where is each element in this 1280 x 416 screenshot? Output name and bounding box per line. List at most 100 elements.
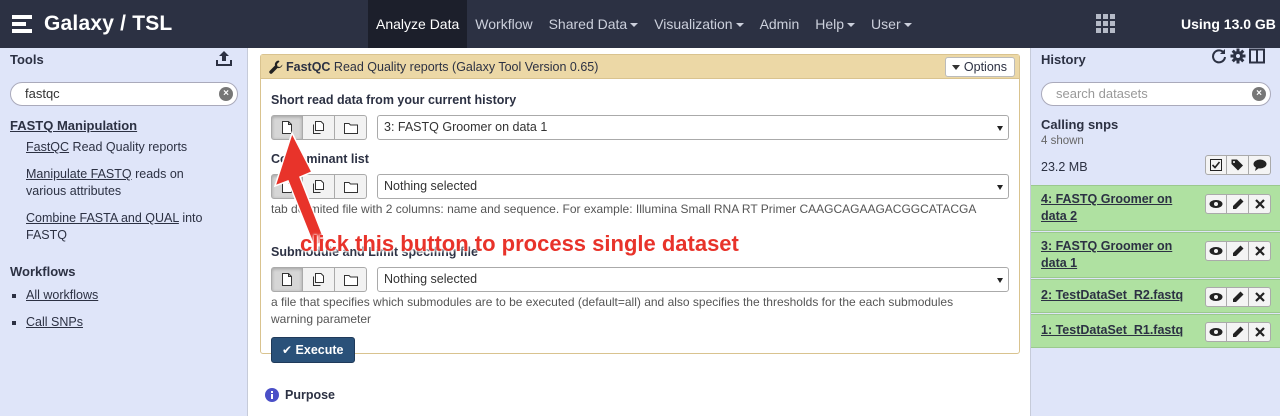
dataset-title[interactable]: 4: FASTQ Groomer on data 2	[1041, 191, 1201, 225]
options-label: Options	[963, 60, 1007, 74]
dataset-item[interactable]: 3: FASTQ Groomer on data 1	[1031, 232, 1280, 278]
nav-workflow[interactable]: Workflow	[467, 0, 540, 48]
select-datasets-button[interactable]	[1205, 155, 1227, 175]
nav-label: Visualization	[654, 16, 733, 32]
info-icon	[265, 388, 279, 402]
tags-button[interactable]	[1227, 155, 1249, 175]
edit-button[interactable]	[1227, 194, 1249, 214]
nav-analyze-data[interactable]: Analyze Data	[368, 0, 468, 48]
main-nav: Analyze Data Workflow Shared Data Visual…	[368, 0, 920, 48]
execute-button[interactable]: ✔ Execute	[271, 337, 355, 363]
delete-button[interactable]	[1249, 322, 1271, 342]
caret-down-icon	[630, 23, 639, 28]
close-icon	[1254, 327, 1265, 337]
purpose-label: Purpose	[285, 388, 336, 402]
history-size: 23.2 MB	[1041, 160, 1088, 174]
view-button[interactable]	[1205, 194, 1227, 214]
dataset-actions	[1205, 194, 1271, 214]
tool-search-input[interactable]: fastqc	[10, 82, 238, 106]
field-help: a file that specifies which submodules a…	[271, 295, 954, 326]
delete-button[interactable]	[1249, 287, 1271, 307]
delete-button[interactable]	[1249, 194, 1271, 214]
refresh-icon[interactable]	[1211, 48, 1227, 64]
pencil-icon	[1232, 245, 1243, 256]
dataset-collection-button[interactable]	[335, 267, 367, 292]
quota-meter[interactable]: Using 13.0 GB	[1181, 0, 1276, 48]
dataset-item[interactable]: 2: TestDataSet_R2.fastq	[1031, 279, 1280, 313]
select-value: Nothing selected	[384, 272, 478, 286]
dataset-title[interactable]: 1: TestDataSet_R1.fastq	[1041, 322, 1201, 339]
dataset-title[interactable]: 2: TestDataSet_R2.fastq	[1041, 287, 1201, 304]
close-icon	[1254, 246, 1265, 256]
workflows-title: Workflows	[10, 264, 76, 279]
tool-panel: Tools fastqc × FASTQ Manipulation FastQC…	[0, 48, 248, 416]
caret-down-icon	[997, 278, 1003, 283]
dataset-item[interactable]: 4: FASTQ Groomer on data 2	[1031, 185, 1280, 231]
submodule-limits-select[interactable]: Nothing selected	[377, 267, 1009, 292]
nav-shared-data[interactable]: Shared Data	[541, 0, 647, 48]
eye-icon	[1209, 293, 1223, 301]
caret-down-icon	[951, 65, 960, 70]
workflow-link-all[interactable]: All workflows	[26, 288, 98, 302]
input-mode-group	[271, 267, 367, 292]
galaxy-logo-icon	[12, 15, 32, 33]
tool-section-fastq-manipulation[interactable]: FASTQ Manipulation	[10, 118, 137, 133]
workflow-link-call-snps[interactable]: Call SNPs	[26, 315, 83, 329]
purpose-heading: Purpose	[265, 388, 335, 402]
gear-icon[interactable]	[1230, 48, 1246, 64]
tool-link[interactable]: FastQC	[26, 140, 69, 154]
clear-search-icon[interactable]: ×	[1252, 87, 1266, 101]
pencil-icon	[1232, 326, 1243, 337]
contaminant-list-select[interactable]: Nothing selected	[377, 174, 1009, 199]
grid-icon[interactable]	[1096, 14, 1116, 34]
field-help: tab delimited file with 2 columns: name …	[271, 202, 977, 216]
edit-button[interactable]	[1227, 287, 1249, 307]
tags-icon	[1231, 159, 1243, 171]
view-button[interactable]	[1205, 322, 1227, 342]
dataset-item[interactable]: 1: TestDataSet_R1.fastq	[1031, 314, 1280, 348]
caret-down-icon	[735, 23, 744, 28]
view-button[interactable]	[1205, 287, 1227, 307]
close-icon	[1254, 199, 1265, 209]
tool-link[interactable]: Combine FASTA and QUAL	[26, 211, 179, 225]
history-search-placeholder: search datasets	[1056, 86, 1148, 101]
pencil-icon	[1232, 291, 1243, 302]
history-panel: History search datasets × Calling snps 4…	[1030, 48, 1280, 416]
nav-label: User	[871, 16, 901, 32]
dataset-actions	[1205, 287, 1271, 307]
history-toolbar	[1211, 48, 1265, 64]
columns-icon[interactable]	[1249, 48, 1265, 64]
edit-button[interactable]	[1227, 241, 1249, 261]
nav-help[interactable]: Help	[807, 0, 863, 48]
brand[interactable]: Galaxy / TSL	[12, 10, 172, 38]
eye-icon	[1209, 328, 1223, 336]
edit-button[interactable]	[1227, 322, 1249, 342]
single-dataset-button[interactable]	[271, 267, 303, 292]
clear-search-icon[interactable]: ×	[219, 87, 233, 101]
tool-combine-fasta-qual: Combine FASTA and QUAL into FASTQ	[26, 210, 216, 244]
nav-label: Shared Data	[548, 16, 628, 32]
tool-link[interactable]: Manipulate FASTQ	[26, 167, 132, 181]
multiple-datasets-button[interactable]	[303, 267, 335, 292]
annotation-button[interactable]	[1249, 155, 1271, 175]
nav-admin[interactable]: Admin	[752, 0, 808, 48]
view-button[interactable]	[1205, 241, 1227, 261]
tool-title-rest: Read Quality reports (Galaxy Tool Versio…	[330, 60, 599, 74]
nav-user[interactable]: User	[863, 0, 920, 48]
eye-icon	[1209, 247, 1223, 255]
center-panel: FastQC Read Quality reports (Galaxy Tool…	[248, 48, 1030, 416]
tool-form: FastQC Read Quality reports (Galaxy Tool…	[260, 54, 1020, 363]
tool-search-value: fastqc	[25, 86, 60, 101]
history-name[interactable]: Calling snps	[1041, 117, 1118, 132]
delete-button[interactable]	[1249, 241, 1271, 261]
checkbox-icon	[1210, 159, 1222, 171]
dataset-title[interactable]: 3: FASTQ Groomer on data 1	[1041, 238, 1201, 272]
short-read-data-select[interactable]: 3: FASTQ Groomer on data 1	[377, 115, 1009, 140]
options-button[interactable]: Options	[944, 57, 1015, 77]
nav-label: Workflow	[475, 16, 533, 32]
history-search-input[interactable]: search datasets	[1041, 82, 1271, 106]
upload-icon[interactable]	[215, 50, 233, 68]
file-icon	[282, 273, 292, 286]
nav-visualization[interactable]: Visualization	[646, 0, 751, 48]
history-shown-count: 4 shown	[1041, 135, 1084, 147]
